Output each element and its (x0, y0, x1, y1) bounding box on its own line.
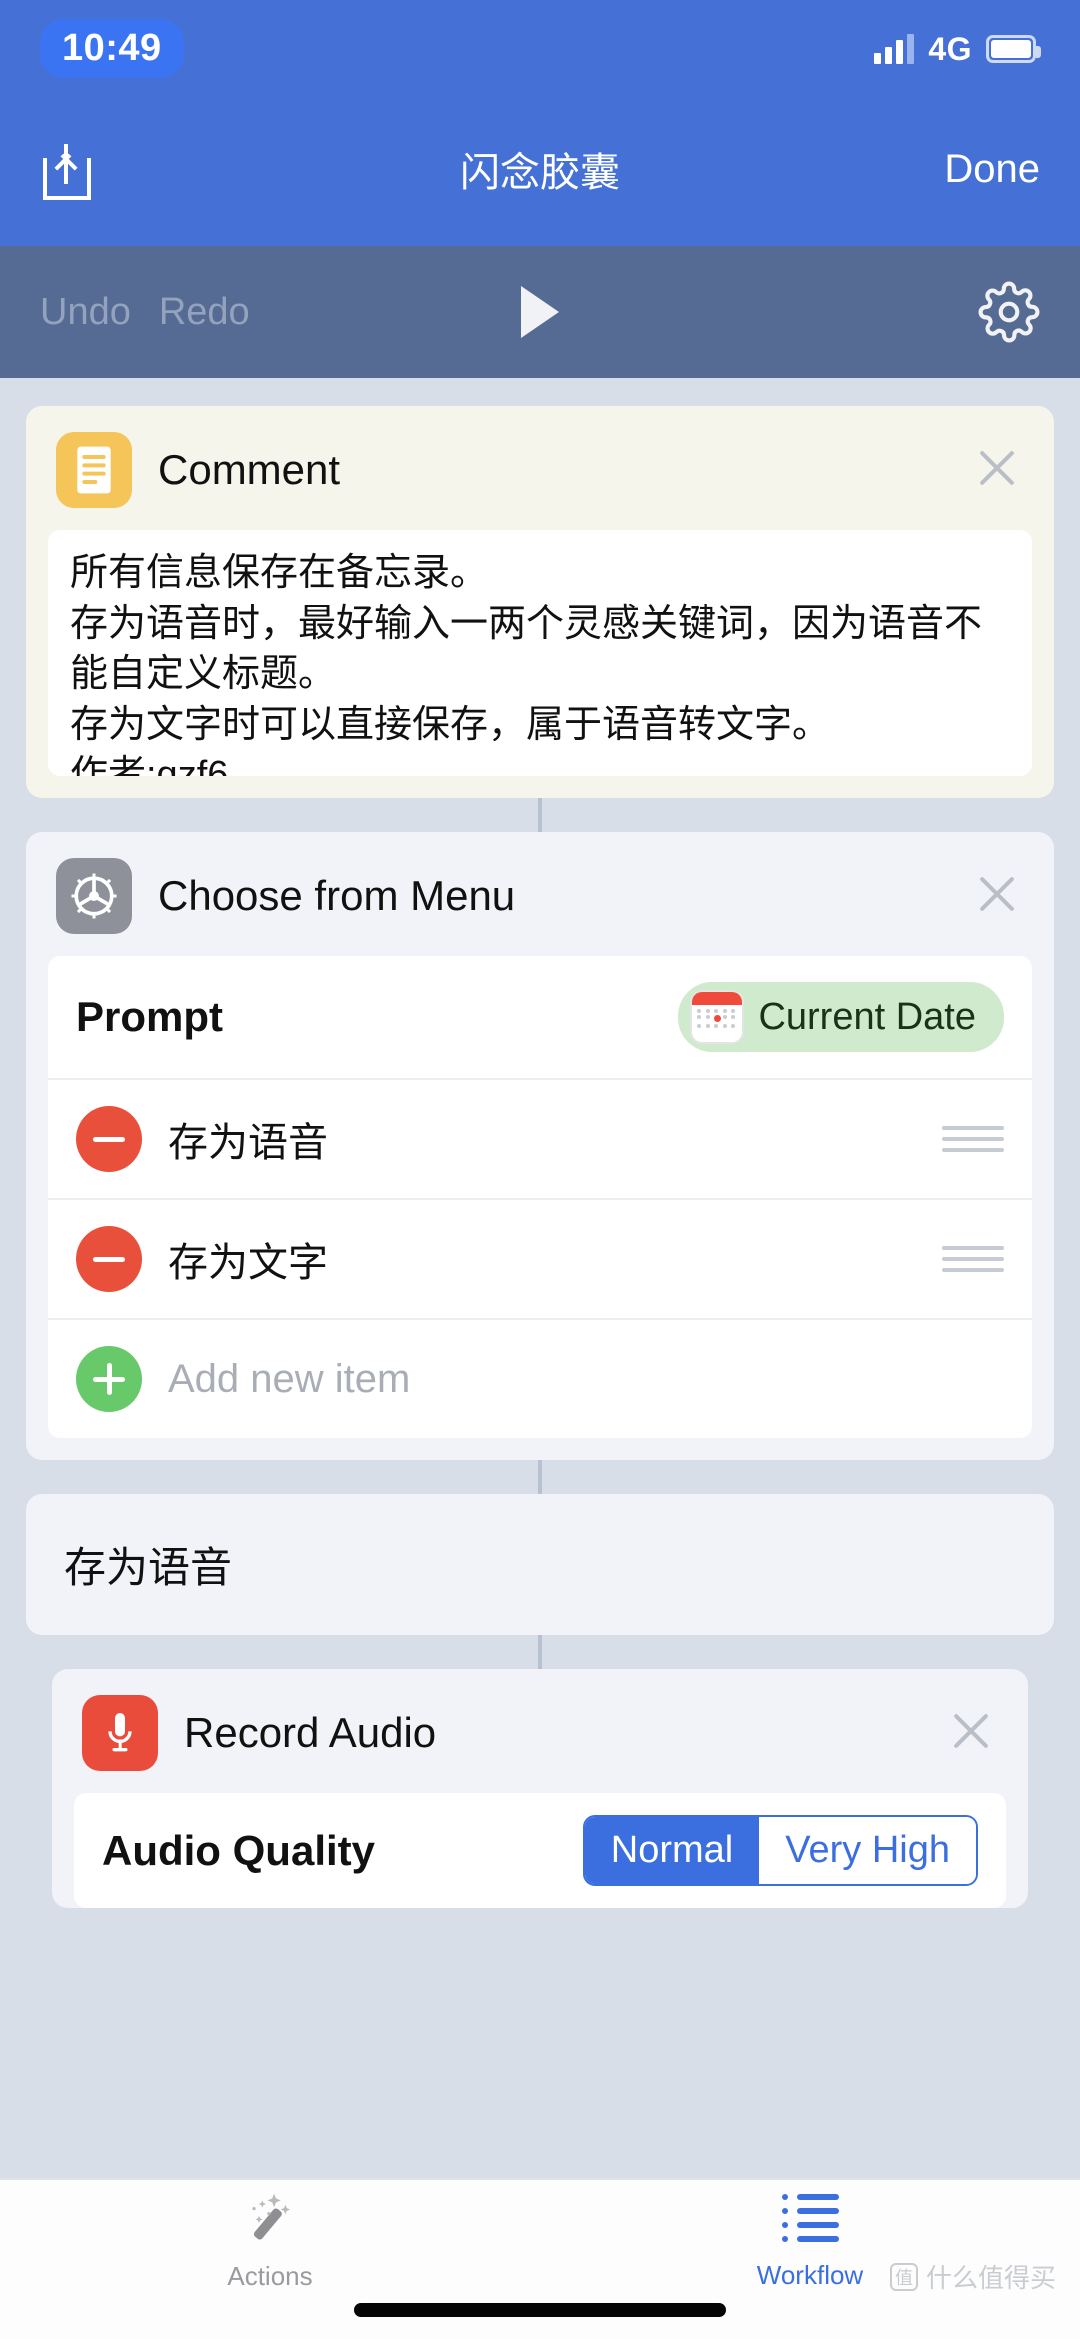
status-bar: 10:49 4G (0, 0, 1080, 92)
drag-handle-icon[interactable] (942, 1119, 1004, 1159)
action-card-record-audio[interactable]: Record Audio Audio Quality Normal Very H… (52, 1669, 1028, 1908)
add-new-item-row[interactable]: Add new item (48, 1320, 1032, 1438)
watermark-badge: 值 (889, 2262, 918, 2291)
close-icon[interactable] (974, 445, 1020, 491)
comment-card-title: Comment (158, 446, 341, 493)
action-connector (538, 798, 542, 832)
record-card-title: Record Audio (184, 1709, 437, 1756)
segment-normal[interactable]: Normal (584, 1817, 760, 1884)
token-label: Current Date (758, 995, 976, 1038)
watermark-text: 什么值得买 (925, 2263, 1056, 2293)
menu-branch-label[interactable]: 存为语音 (26, 1494, 1054, 1635)
tab-bar: Actions Workflow 值 什么值得买 (0, 2178, 1080, 2339)
menu-item-label: 存为文字 (168, 1241, 328, 1285)
audio-quality-row[interactable]: Audio Quality Normal Very High (74, 1793, 1006, 1908)
share-icon[interactable] (40, 138, 94, 200)
workflow-action-list[interactable]: Comment 所有信息保存在备忘录。 存为语音时，最好输入一两个灵感关键词，因… (0, 378, 1080, 2178)
menu-item[interactable]: 存为文字 (48, 1200, 1032, 1320)
menu-item-label: 存为语音 (168, 1121, 328, 1165)
edit-toolbar: Undo Redo (0, 246, 1080, 378)
current-date-token[interactable]: Current Date (678, 982, 1004, 1052)
segment-very-high[interactable]: Very High (759, 1817, 976, 1884)
list-icon (781, 2186, 839, 2250)
prompt-label: Prompt (76, 993, 223, 1040)
calendar-icon (692, 992, 743, 1042)
add-new-item-label: Add new item (168, 1356, 411, 1401)
audio-quality-segmented-control[interactable]: Normal Very High (582, 1815, 978, 1886)
audio-quality-label: Audio Quality (102, 1826, 375, 1874)
watermark: 值 什么值得买 (889, 2258, 1056, 2295)
minus-circle-icon[interactable] (76, 1226, 142, 1292)
drag-handle-icon[interactable] (942, 1239, 1004, 1279)
tab-actions-label: Actions (227, 2261, 313, 2291)
status-indicators: 4G (874, 30, 1041, 68)
navigation-bar: 闪念胶囊 Done (0, 92, 1080, 246)
prompt-row[interactable]: Prompt Current Date (48, 956, 1032, 1080)
home-indicator (354, 2303, 726, 2317)
record-card-header: Record Audio (52, 1669, 1028, 1793)
network-type-label: 4G (928, 30, 972, 67)
status-time: 10:49 (40, 18, 184, 78)
undo-button[interactable]: Undo (40, 291, 131, 334)
plus-circle-icon[interactable] (76, 1346, 142, 1412)
menu-parameters: Prompt Current Date 存为语音 存为文字 Add new it… (48, 956, 1032, 1438)
menu-card-header: Choose from Menu (26, 832, 1054, 956)
comment-document-icon (56, 432, 132, 508)
redo-button[interactable]: Redo (159, 291, 250, 334)
page-title: 闪念胶囊 (460, 151, 620, 195)
tab-workflow-label: Workflow (756, 2260, 864, 2290)
close-icon[interactable] (974, 871, 1020, 917)
menu-card-title: Choose from Menu (158, 872, 516, 919)
cellular-signal-icon (874, 34, 915, 64)
gear-icon[interactable] (978, 281, 1040, 343)
action-connector (538, 1635, 542, 1669)
close-icon[interactable] (948, 1708, 994, 1754)
magic-wand-icon (252, 2193, 291, 2240)
comment-card-header: Comment (26, 406, 1054, 530)
play-icon[interactable] (521, 286, 559, 338)
action-card-comment[interactable]: Comment 所有信息保存在备忘录。 存为语音时，最好输入一两个灵感关键词，因… (26, 406, 1054, 798)
minus-circle-icon[interactable] (76, 1106, 142, 1172)
undo-redo-group: Undo Redo (40, 291, 250, 334)
comment-text: 所有信息保存在备忘录。 存为语音时，最好输入一两个灵感关键词，因为语音不能自定义… (70, 552, 983, 776)
done-button[interactable]: Done (944, 147, 1040, 192)
action-card-choose-from-menu[interactable]: Choose from Menu Prompt Current Date 存为语… (26, 832, 1054, 1460)
menu-item[interactable]: 存为语音 (48, 1080, 1032, 1200)
action-connector (538, 1460, 542, 1494)
gear-icon (56, 858, 132, 934)
battery-icon (986, 35, 1041, 63)
microphone-icon (82, 1695, 158, 1771)
comment-text-field[interactable]: 所有信息保存在备忘录。 存为语音时，最好输入一两个灵感关键词，因为语音不能自定义… (48, 530, 1032, 776)
